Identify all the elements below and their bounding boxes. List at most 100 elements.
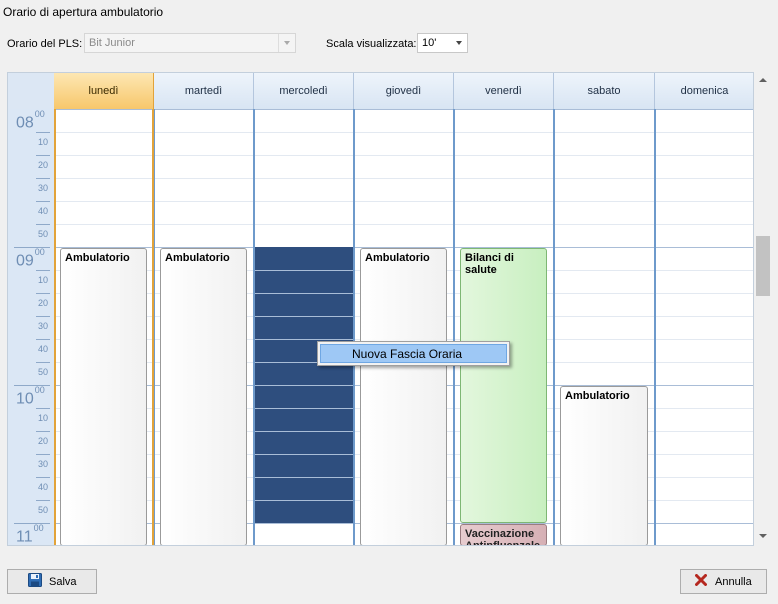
appointment[interactable]: Ambulatorio bbox=[60, 248, 147, 545]
cancel-button-label: Annulla bbox=[715, 575, 752, 588]
appointment[interactable]: Bilanci di salute bbox=[460, 248, 547, 523]
hour-tick bbox=[14, 523, 50, 524]
minute-label: 50 bbox=[37, 229, 48, 239]
day-header[interactable]: lunedì bbox=[54, 73, 154, 109]
vertical-scrollbar[interactable] bbox=[755, 72, 771, 546]
minute-tick bbox=[36, 454, 50, 455]
save-button-label: Salva bbox=[49, 575, 77, 588]
day-header[interactable]: venerdì bbox=[454, 73, 554, 109]
minute-tick bbox=[36, 270, 50, 271]
day-header[interactable]: sabato bbox=[554, 73, 655, 109]
time-slot-line bbox=[56, 132, 152, 133]
time-slot-line bbox=[255, 155, 353, 156]
context-menu-item-new-slot[interactable]: Nuova Fascia Oraria bbox=[320, 344, 507, 363]
scroll-down-icon[interactable] bbox=[759, 534, 767, 538]
hour-label: 0900 bbox=[16, 247, 45, 270]
selection-slot-line bbox=[255, 500, 353, 501]
time-slot-line bbox=[656, 454, 753, 455]
time-slot-line bbox=[555, 201, 654, 202]
hour-value: 09 bbox=[16, 252, 34, 270]
time-slot-line bbox=[656, 523, 753, 524]
time-slot-line bbox=[255, 523, 353, 524]
time-slot-line bbox=[355, 224, 453, 225]
minute-label: 10 bbox=[37, 275, 48, 285]
time-slot-line bbox=[656, 362, 753, 363]
scheduler-calendar[interactable]: lunedì martedì mercoledì giovedì venerdì saba… bbox=[7, 72, 754, 546]
appointment-title: Ambulatorio bbox=[65, 252, 130, 264]
minute-label: 40 bbox=[37, 344, 48, 354]
time-slot-line bbox=[555, 316, 654, 317]
time-slot-line bbox=[555, 293, 654, 294]
time-slot-line bbox=[455, 178, 553, 179]
hour-minutes: 00 bbox=[34, 109, 45, 119]
time-slot-line bbox=[155, 224, 253, 225]
time-slot-line bbox=[255, 224, 353, 225]
chevron-down-icon bbox=[278, 34, 295, 52]
time-slot-line bbox=[155, 155, 253, 156]
day-header[interactable]: domenica bbox=[655, 73, 753, 109]
hour-label: 1100 bbox=[16, 523, 44, 545]
hour-minutes: 00 bbox=[33, 523, 44, 533]
day-header[interactable]: mercoledì bbox=[254, 73, 354, 109]
appointment-title: Vaccinazione Antinfluenzale bbox=[465, 528, 541, 546]
time-slot-line bbox=[455, 132, 553, 133]
day-header[interactable]: martedì bbox=[154, 73, 254, 109]
selection-slot-line bbox=[255, 454, 353, 455]
time-slot-line bbox=[56, 178, 152, 179]
minute-tick bbox=[36, 293, 50, 294]
selection-slot-line bbox=[255, 270, 353, 271]
day-header[interactable]: giovedì bbox=[354, 73, 454, 109]
floppy-disk-icon bbox=[28, 573, 42, 590]
time-slot-line bbox=[255, 109, 353, 110]
time-slot-line bbox=[555, 109, 654, 110]
time-slot-line bbox=[355, 155, 453, 156]
scale-select[interactable]: 10' bbox=[417, 33, 468, 53]
cancel-button[interactable]: Annulla bbox=[680, 569, 767, 594]
minute-tick bbox=[36, 224, 50, 225]
scale-select-value: 10' bbox=[422, 37, 437, 49]
time-slot-line bbox=[56, 109, 152, 110]
appointment[interactable]: Vaccinazione Antinfluenzale bbox=[460, 524, 547, 546]
scrollbar-thumb[interactable] bbox=[756, 236, 770, 296]
minute-tick bbox=[36, 500, 50, 501]
appointment[interactable]: Ambulatorio bbox=[160, 248, 247, 545]
minute-tick bbox=[36, 339, 50, 340]
time-slot-line bbox=[656, 270, 753, 271]
appointment[interactable]: Ambulatorio bbox=[560, 386, 648, 545]
appointment-title: Ambulatorio bbox=[365, 252, 430, 264]
day-column[interactable] bbox=[655, 109, 753, 545]
appointment[interactable]: Ambulatorio bbox=[360, 248, 447, 545]
minute-label: 40 bbox=[37, 482, 48, 492]
minute-label: 50 bbox=[37, 505, 48, 515]
time-slot-line bbox=[656, 109, 753, 110]
minute-tick bbox=[36, 201, 50, 202]
save-button[interactable]: Salva bbox=[7, 569, 97, 594]
minute-tick bbox=[36, 408, 50, 409]
selection-slot-line bbox=[255, 339, 353, 340]
time-slot-line bbox=[455, 201, 553, 202]
time-slot-line bbox=[155, 109, 253, 110]
minute-tick bbox=[36, 178, 50, 179]
selection-slot-line bbox=[255, 408, 353, 409]
scroll-up-icon[interactable] bbox=[759, 78, 767, 82]
pls-select-value: Bit Junior bbox=[89, 37, 135, 49]
time-slot-line bbox=[555, 178, 654, 179]
time-slot-line bbox=[355, 109, 453, 110]
time-slot-line bbox=[555, 132, 654, 133]
selected-time-range[interactable] bbox=[255, 247, 353, 523]
time-slot-line bbox=[255, 178, 353, 179]
time-slot-line bbox=[455, 109, 553, 110]
hour-label: 1000 bbox=[16, 385, 45, 408]
minute-label: 20 bbox=[37, 436, 48, 446]
minute-tick bbox=[36, 362, 50, 363]
context-menu: Nuova Fascia Oraria bbox=[317, 341, 510, 366]
selection-slot-line bbox=[255, 477, 353, 478]
pls-select[interactable]: Bit Junior bbox=[84, 33, 296, 53]
appointment-title: Ambulatorio bbox=[565, 390, 630, 402]
minute-label: 40 bbox=[37, 206, 48, 216]
hour-value: 10 bbox=[16, 390, 34, 408]
time-slot-line bbox=[656, 224, 753, 225]
hour-tick bbox=[14, 247, 50, 248]
time-slot-line bbox=[555, 362, 654, 363]
time-slot-line bbox=[155, 201, 253, 202]
